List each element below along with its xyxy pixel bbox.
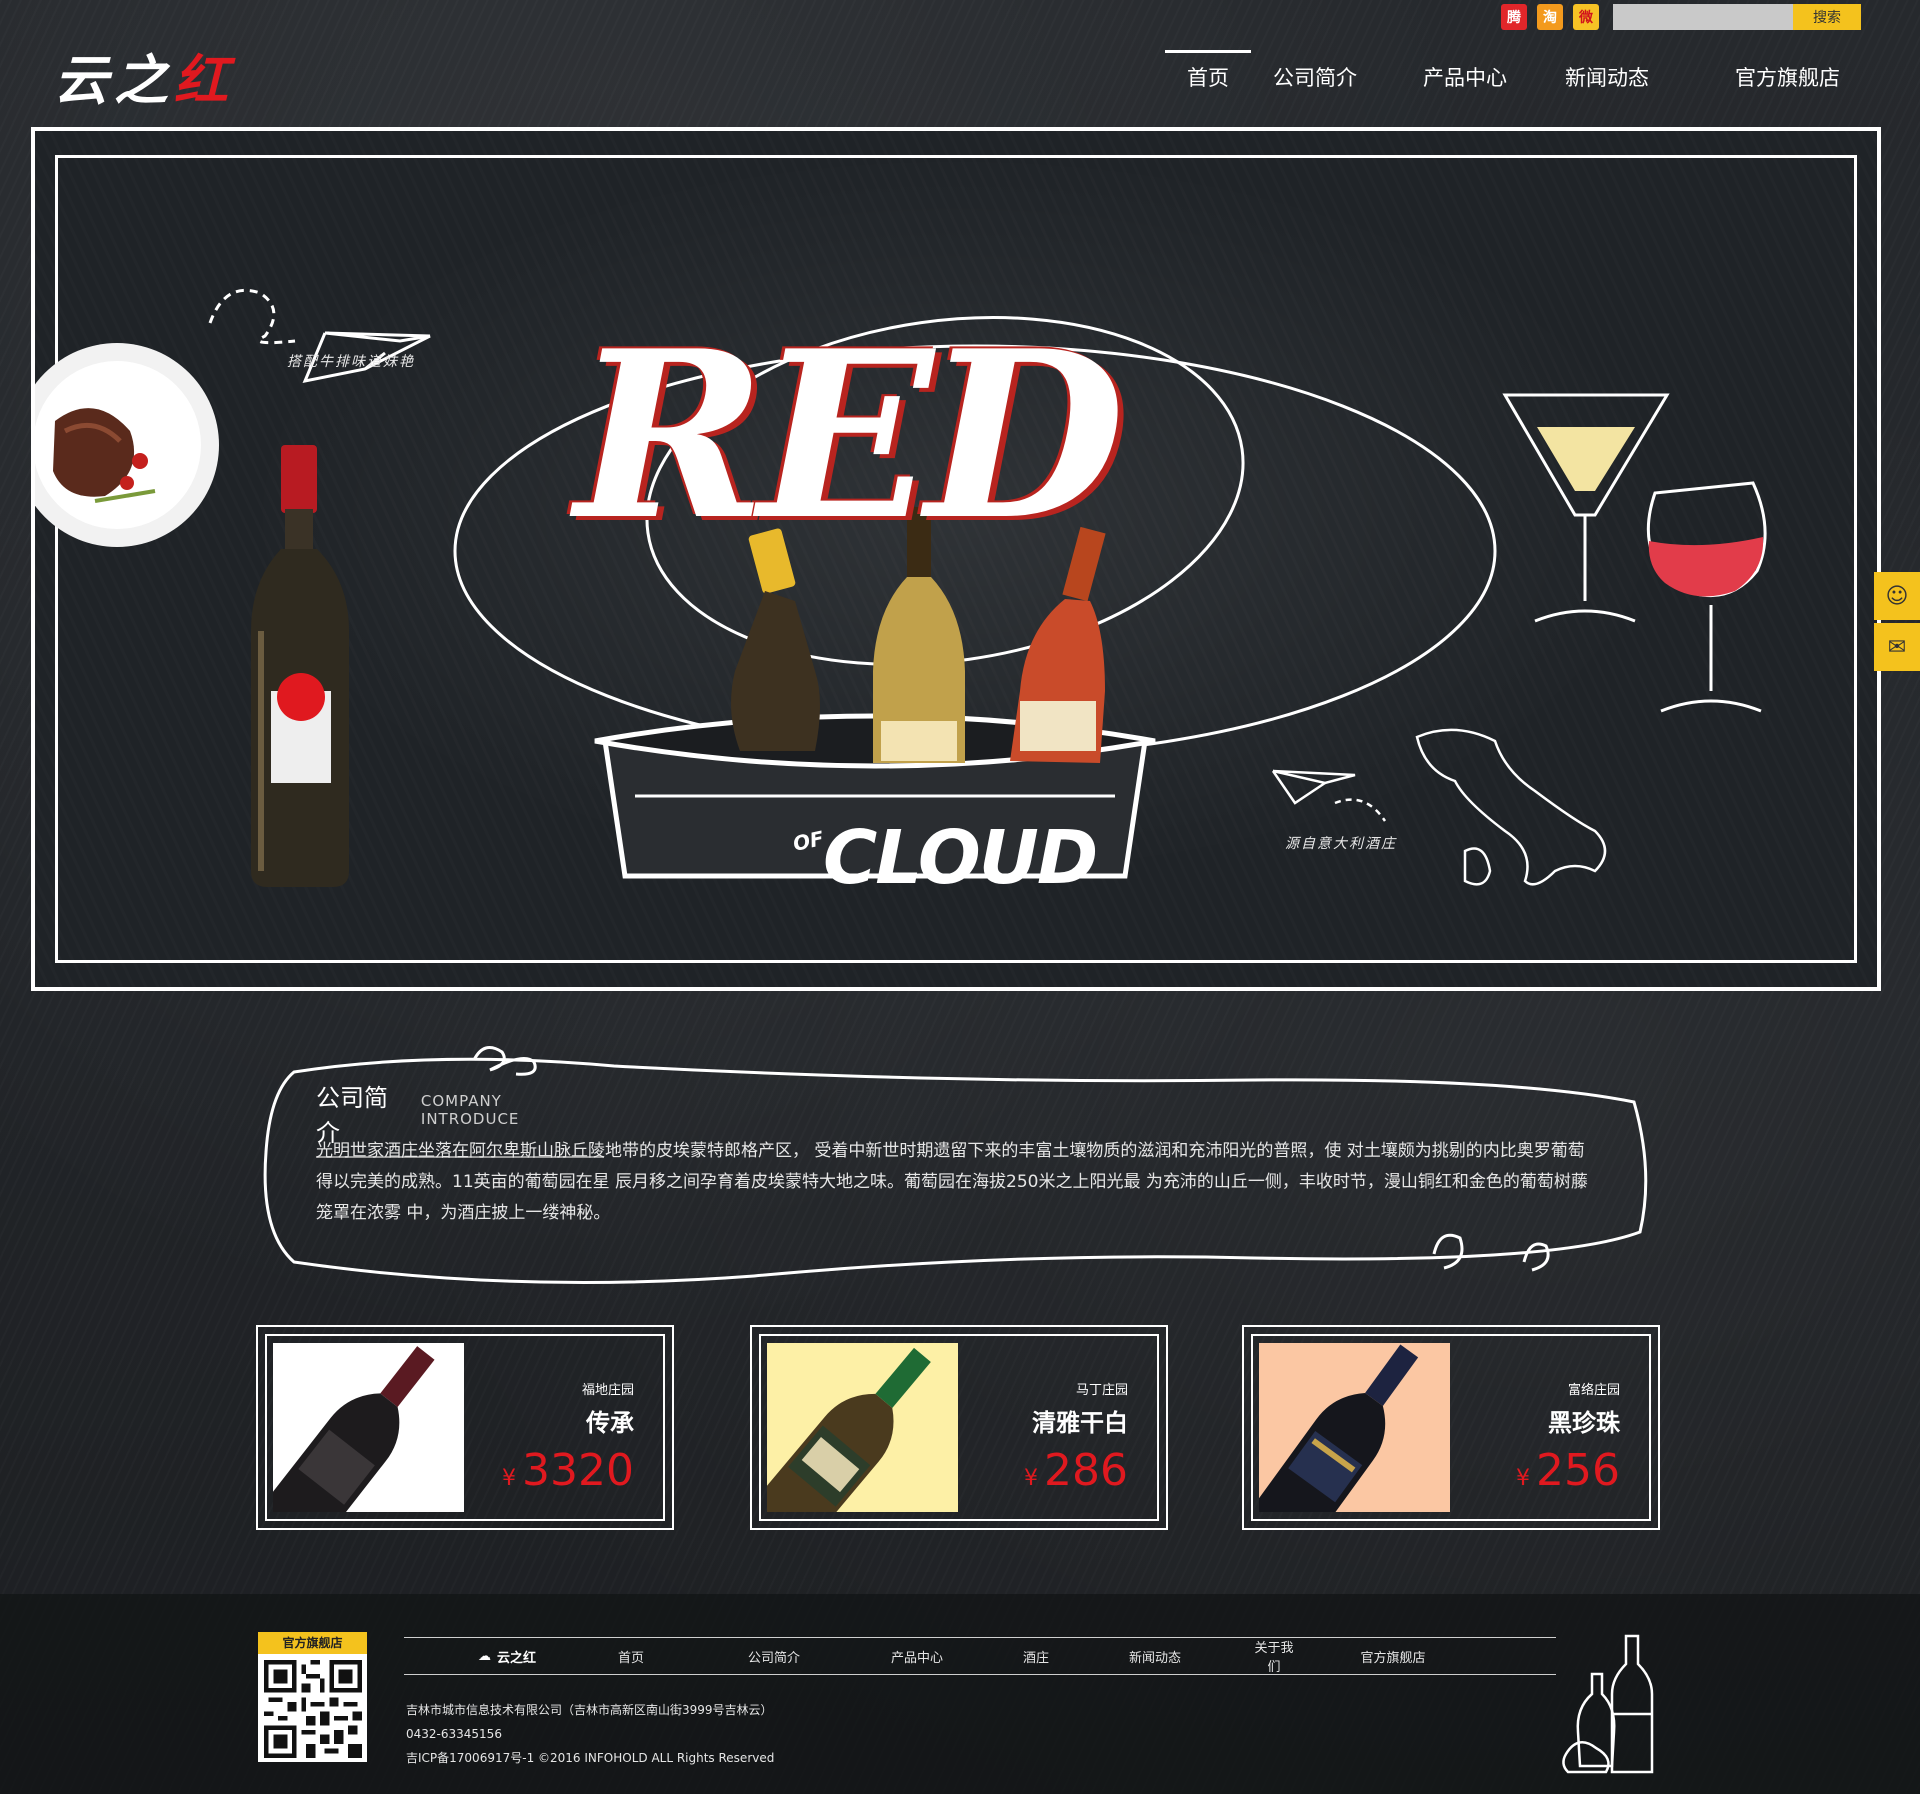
qr-code-box[interactable]: 官方旗舰店 — [258, 1632, 367, 1762]
wine-bottle-icon — [273, 1343, 464, 1512]
product-estate: 马丁庄园 — [1075, 1383, 1128, 1398]
product-list: 福地庄园 传承 ¥ 3320 马丁庄园 清雅干白 ¥ 286 富络庄园 黑珍珠 … — [256, 1325, 1660, 1530]
footer-copyright: 吉ICP备17006917号-1 ©2016 INFOHOLD ALL Righ… — [406, 1751, 775, 1765]
footer-nav-store[interactable]: 官方旗舰店 — [1298, 1647, 1488, 1666]
product-price: ¥ 256 — [1516, 1445, 1620, 1496]
main-nav: 首页 公司简介 产品中心 新闻动态 官方旗舰店 — [1165, 50, 1862, 102]
hero-caption-steak: 搭配牛排味道妹艳 — [287, 354, 415, 370]
wine-bottles-sketch-icon — [1562, 1634, 1654, 1774]
footer-nav-about[interactable]: 公司简介 — [726, 1647, 822, 1666]
wechat-button[interactable]: ✉ — [1874, 623, 1920, 671]
steak-plate-icon — [35, 343, 219, 547]
product-thumb-2 — [767, 1343, 958, 1512]
wine-bottle-left-icon — [251, 445, 349, 887]
footer-brand[interactable]: ☁ 云之红 — [404, 1647, 536, 1666]
company-intro-section: 公司简介 COMPANY INTRODUCE 光明世家酒庄坐落在阿尔卑斯山脉丘陵… — [254, 1032, 1660, 1294]
wine-bottle-icon — [767, 1343, 958, 1512]
footer-nav-news[interactable]: 新闻动态 — [1060, 1647, 1250, 1666]
top-tools: 腾 淘 微 搜索 — [1501, 4, 1861, 30]
italy-map-icon — [1415, 728, 1607, 886]
weibo-label: 微 — [1579, 10, 1593, 26]
footer-nav-winery[interactable]: 酒庄 — [1012, 1647, 1060, 1666]
search-box: 搜索 — [1613, 4, 1861, 30]
product-card-3[interactable]: 富络庄园 黑珍珠 ¥ 256 — [1242, 1325, 1660, 1530]
sina-weibo-icon[interactable]: 微 — [1573, 4, 1599, 30]
nav-item-products[interactable]: 产品中心 — [1401, 50, 1529, 102]
wechat-icon: ✉ — [1887, 634, 1907, 660]
red-wine-glass-icon — [1646, 481, 1767, 713]
footer-nav-products[interactable]: 产品中心 — [822, 1647, 1012, 1666]
price-currency: ¥ — [1516, 1466, 1531, 1491]
tencent-weibo-icon[interactable]: 腾 — [1501, 4, 1527, 30]
nav-item-store[interactable]: 官方旗舰店 — [1713, 50, 1862, 102]
price-value: 256 — [1536, 1445, 1620, 1496]
customer-service-button[interactable]: ☺ — [1874, 572, 1920, 620]
nav-item-home[interactable]: 首页 — [1165, 50, 1251, 102]
product-estate: 富络庄园 — [1567, 1383, 1620, 1398]
side-float-toolbar: ☺ ✉ — [1874, 572, 1920, 671]
product-name: 传承 — [586, 1409, 634, 1437]
paper-plane-right-icon — [1271, 769, 1387, 822]
footer-nav: ☁ 云之红 首页 公司简介 产品中心 酒庄 新闻动态 关于我们 官方旗舰店 — [404, 1637, 1556, 1675]
product-card-1[interactable]: 福地庄园 传承 ¥ 3320 — [256, 1325, 674, 1530]
product-price: ¥ 3320 — [502, 1445, 634, 1496]
price-value: 3320 — [522, 1445, 634, 1496]
nav-item-news[interactable]: 新闻动态 — [1543, 50, 1671, 102]
price-value: 286 — [1044, 1445, 1128, 1496]
hero-caption-italy: 源自意大利酒庄 — [1285, 836, 1397, 852]
intro-text: 光明世家酒庄坐落在阿尔卑斯山脉丘陵地带的皮埃蒙特郎格产区， 受着中新世时期遗留下… — [316, 1141, 1588, 1223]
footer-brand-label: 云之红 — [496, 1650, 536, 1666]
search-input[interactable] — [1613, 4, 1793, 30]
product-name: 黑珍珠 — [1548, 1409, 1620, 1437]
taobao-icon[interactable]: 淘 — [1537, 4, 1563, 30]
qr-label: 官方旗舰店 — [258, 1632, 367, 1654]
search-button[interactable]: 搜索 — [1793, 4, 1861, 30]
product-price: ¥ 286 — [1024, 1445, 1128, 1496]
hero-banner[interactable]: 搭配牛排味道妹艳 源自意大利酒庄 RED OF CLOUD — [31, 127, 1881, 991]
footer-nav-home[interactable]: 首页 — [536, 1647, 726, 1666]
footer-info: 吉林市城市信息技术有限公司（吉林市高新区南山街3999号吉林云） 0432-63… — [406, 1698, 774, 1770]
martini-glass-icon — [1502, 393, 1670, 623]
tencent-label: 腾 — [1507, 10, 1521, 26]
footer-phone: 0432-63345156 — [406, 1727, 502, 1741]
product-thumb-3 — [1259, 1343, 1450, 1512]
intro-title-en: COMPANY INTRODUCE — [420, 1092, 520, 1128]
price-currency: ¥ — [502, 1466, 517, 1491]
price-currency: ¥ — [1024, 1466, 1039, 1491]
logo-text: 云之 — [54, 48, 174, 112]
page: 云之红 腾 淘 微 搜索 首页 公司简介 产品中心 新闻动态 官方旗舰店 搭配牛… — [0, 0, 1920, 1794]
product-thumb-1 — [273, 1343, 464, 1512]
taobao-label: 淘 — [1543, 10, 1557, 26]
hero-title: RED — [575, 301, 1125, 571]
qr-code-icon — [263, 1660, 362, 1758]
site-footer: 官方旗舰店 ☁ 云之红 首页 公司简介 产品中心 酒庄 新闻动态 关于我们 官方… — [0, 1594, 1920, 1794]
footer-company: 吉林市城市信息技术有限公司（吉林市高新区南山街3999号吉林云） — [406, 1703, 773, 1717]
product-estate: 福地庄园 — [581, 1383, 634, 1398]
nav-item-about[interactable]: 公司简介 — [1251, 50, 1379, 102]
logo-text-red: 红 — [174, 48, 234, 112]
footer-nav-contact[interactable]: 关于我们 — [1250, 1637, 1298, 1675]
product-name: 清雅干白 — [1032, 1409, 1128, 1437]
site-logo[interactable]: 云之红 — [54, 36, 234, 115]
wine-bottle-icon — [1259, 1343, 1450, 1512]
product-card-2[interactable]: 马丁庄园 清雅干白 ¥ 286 — [750, 1325, 1168, 1530]
customer-service-icon: ☺ — [1885, 583, 1909, 609]
cloud-icon: ☁ — [477, 1648, 491, 1664]
hero-subtitle: CLOUD — [823, 815, 1098, 901]
